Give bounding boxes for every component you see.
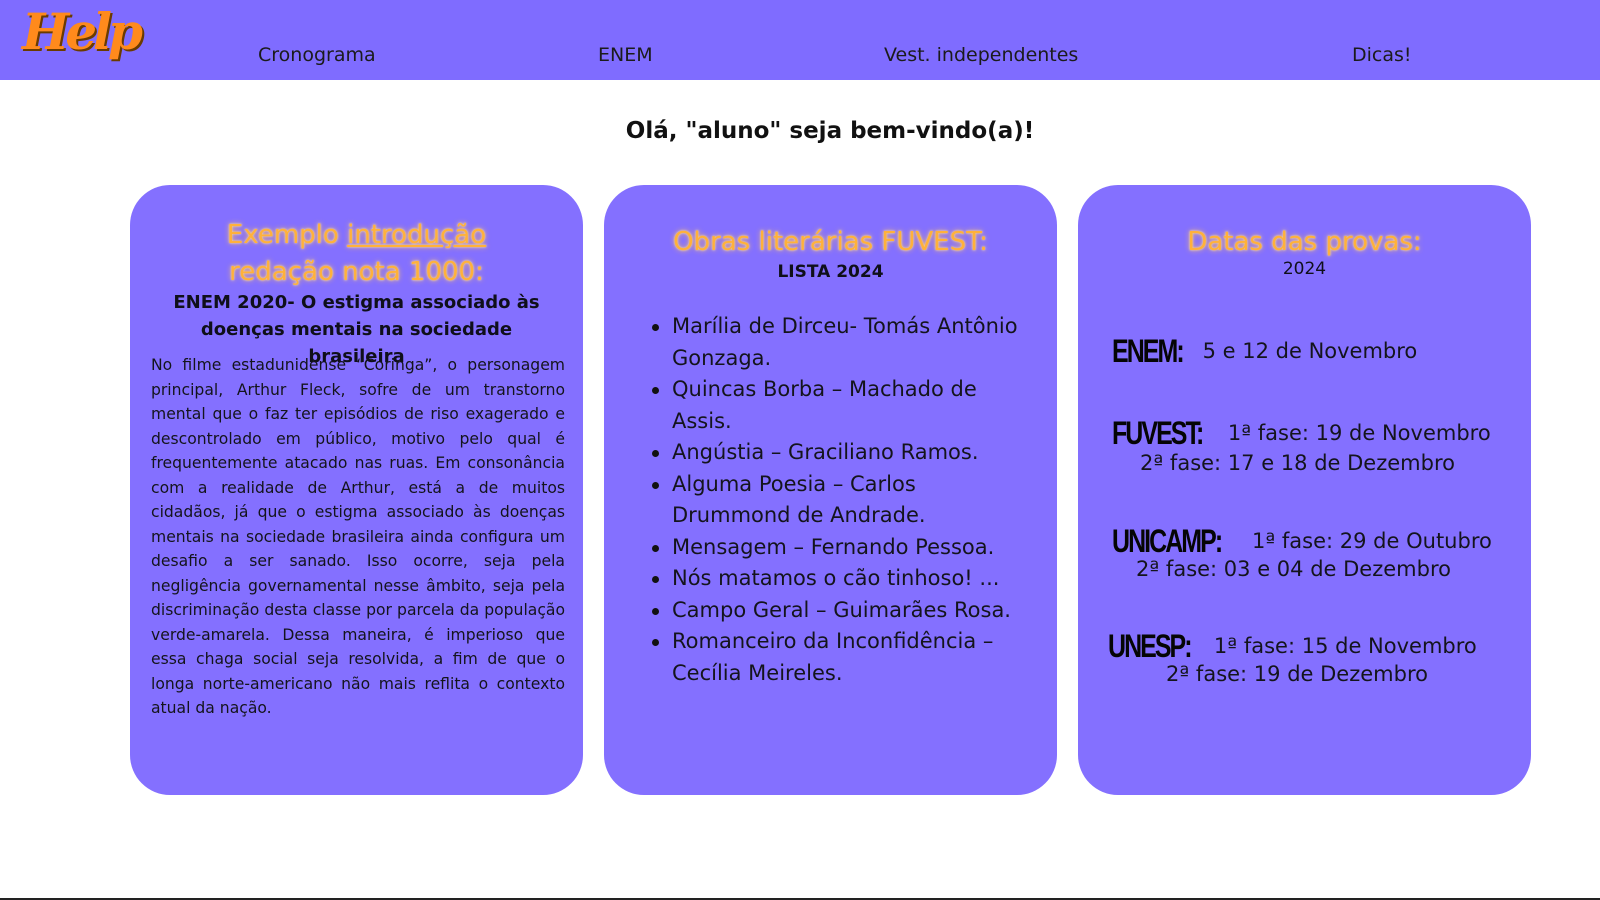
exam-label: UNESP: — [1108, 628, 1193, 664]
nav-cronograma[interactable]: Cronograma — [258, 44, 376, 66]
card-datas-subtitle: 2024 — [1282, 259, 1327, 279]
list-item: Romanceiro da Inconfidência – Cecília Me… — [652, 626, 1032, 689]
nav-vest-independentes[interactable]: Vest. independentes — [884, 44, 1078, 66]
exam-label: FUVEST: — [1112, 415, 1204, 451]
top-navbar: Help Cronograma ENEM Vest. independentes… — [0, 0, 1600, 80]
introducao-link[interactable]: introdução — [347, 220, 486, 250]
exam-date: 1ª fase: 19 de Novembro — [1227, 421, 1491, 445]
essay-text: No filme estadunidense “Coringa”, o pers… — [151, 356, 565, 717]
card-obras-title: Obras literárias FUVEST: — [673, 227, 988, 257]
card-datas-title: Datas das provas: — [1187, 227, 1422, 257]
card-datas: Datas das provas: 2024 ENEM: 5 e 12 de No… — [1078, 185, 1531, 795]
card-obras: Obras literárias FUVEST: LISTA 2024 Marí… — [604, 185, 1057, 795]
list-item: Mensagem – Fernando Pessoa. — [652, 532, 1032, 564]
exam-date-second: 2ª fase: 03 e 04 de Dezembro — [1136, 557, 1451, 581]
exam-date-second: 2ª fase: 19 de Dezembro — [1166, 662, 1428, 686]
list-item: Quincas Borba – Machado de Assis. — [652, 374, 1032, 437]
card-redacao: Exemplo introdução redação nota 1000: EN… — [130, 185, 583, 795]
card-redacao-title: Exemplo introdução redação nota 1000: — [130, 217, 583, 291]
exam-label: UNICAMP: — [1112, 523, 1223, 559]
nav-enem[interactable]: ENEM — [598, 44, 653, 66]
title-line2: redação nota 1000: — [229, 257, 484, 287]
list-item: Nós matamos o cão tinhoso! ... — [652, 563, 1032, 595]
list-item: Marília de Dirceu- Tomás Antônio Gonzaga… — [652, 311, 1032, 374]
exam-date-second: 2ª fase: 17 e 18 de Dezembro — [1140, 451, 1455, 475]
welcome-heading: Olá, "aluno" seja bem-vindo(a)! — [625, 118, 1035, 144]
list-item: Alguma Poesia – Carlos Drummond de Andra… — [652, 469, 1032, 532]
card-obras-subtitle: LISTA 2024 — [777, 262, 884, 282]
title-prefix: Exemplo — [226, 220, 348, 250]
exam-date: 1ª fase: 29 de Outubro — [1251, 529, 1492, 553]
exam-date: 5 e 12 de Novembro — [1202, 339, 1418, 363]
list-item: Campo Geral – Guimarães Rosa. — [652, 595, 1032, 627]
logo-text: Help — [22, 2, 143, 61]
help-logo[interactable]: Help — [22, 2, 143, 74]
list-item: Angústia – Graciliano Ramos. — [652, 437, 1032, 469]
works-list: Marília de Dirceu- Tomás Antônio Gonzaga… — [652, 311, 1032, 689]
exam-label: ENEM: — [1112, 333, 1185, 369]
nav-dicas[interactable]: Dicas! — [1352, 44, 1412, 66]
exam-date: 1ª fase: 15 de Novembro — [1213, 634, 1477, 658]
